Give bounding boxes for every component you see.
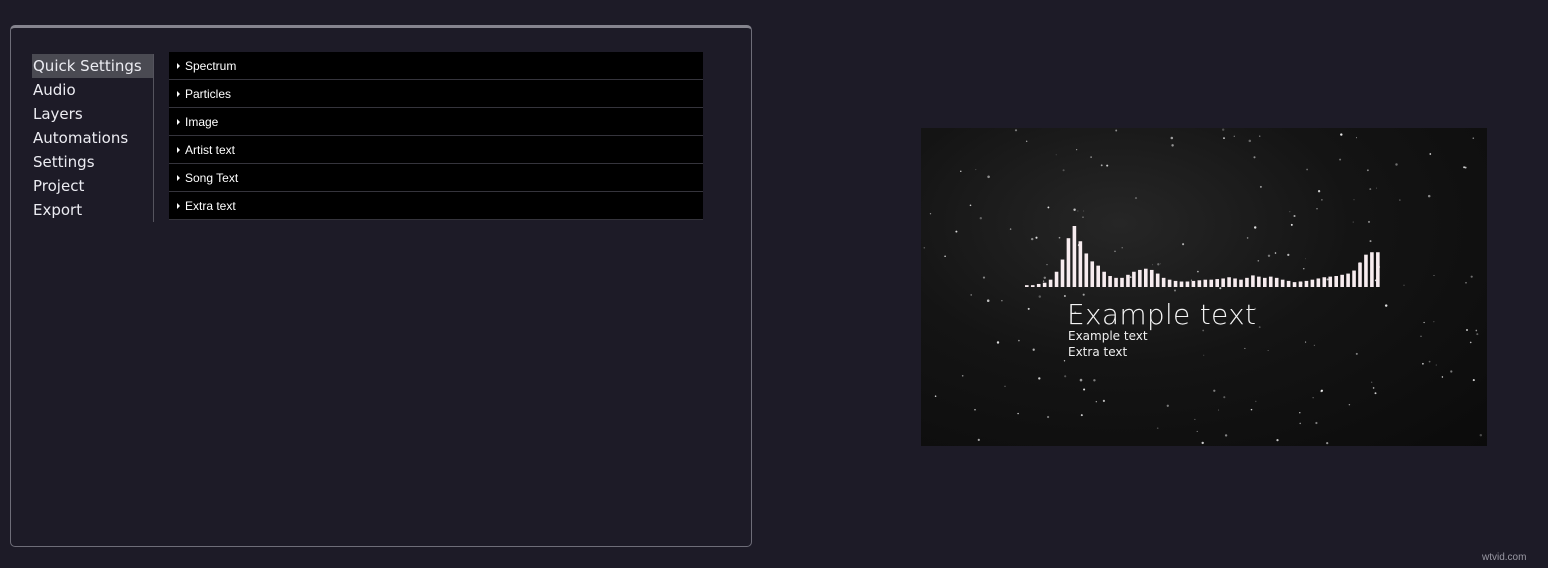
sidebar-item-project[interactable]: Project xyxy=(32,174,153,198)
spectrum-bar xyxy=(1310,279,1315,287)
settings-accordion: Spectrum Particles Image Artist text Son… xyxy=(169,52,703,220)
spectrum-bar xyxy=(1304,280,1309,287)
spectrum-bar xyxy=(1245,277,1249,287)
spectrum-bar xyxy=(1084,253,1089,287)
spectrum-bar xyxy=(1173,280,1178,287)
spectrum-bar xyxy=(1191,280,1196,287)
caret-right-icon xyxy=(177,118,180,125)
accordion-label: Artist text xyxy=(185,142,236,157)
caret-right-icon xyxy=(177,90,180,97)
accordion-artist-text[interactable]: Artist text xyxy=(169,136,703,164)
spectrum-bar xyxy=(1066,238,1071,287)
spectrum-bar xyxy=(1358,262,1362,287)
spectrum-bar xyxy=(1251,275,1255,287)
accordion-spectrum[interactable]: Spectrum xyxy=(169,52,703,80)
video-preview: Example text Example text Extra text xyxy=(921,128,1487,446)
spectrum-bar xyxy=(1185,281,1190,287)
spectrum-bar xyxy=(1155,273,1160,287)
sidebar-item-export[interactable]: Export xyxy=(32,198,153,222)
spectrum-bar xyxy=(1108,276,1112,287)
spectrum-bar xyxy=(1161,277,1166,287)
preview-artist-text: Example text xyxy=(1067,298,1257,331)
spectrum-bar xyxy=(1334,276,1338,287)
spectrum-bar xyxy=(1227,277,1231,287)
spectrum-bar xyxy=(1120,277,1124,287)
accordion-image[interactable]: Image xyxy=(169,108,703,136)
spectrum-bar xyxy=(1025,285,1029,287)
caret-right-icon xyxy=(177,146,180,153)
spectrum-bar xyxy=(1048,279,1053,287)
spectrum-bar xyxy=(1197,280,1202,287)
accordion-label: Extra text xyxy=(185,198,236,213)
sidebar-nav: Quick Settings Audio Layers Automations … xyxy=(32,54,154,222)
spectrum-bar xyxy=(1280,279,1285,287)
spectrum-bar xyxy=(1364,254,1368,287)
accordion-label: Particles xyxy=(185,86,232,101)
spectrum-bar xyxy=(1167,279,1172,287)
spectrum-bar xyxy=(1096,265,1100,287)
caret-right-icon xyxy=(177,62,180,69)
spectrum-bar xyxy=(1221,278,1225,287)
accordion-particles[interactable]: Particles xyxy=(169,80,703,108)
sidebar-item-automations[interactable]: Automations xyxy=(32,126,153,150)
spectrum-bar xyxy=(1370,252,1374,287)
spectrum-bar xyxy=(1352,270,1356,287)
spectrum-bar xyxy=(1316,278,1321,287)
spectrum-bar xyxy=(1060,259,1065,287)
accordion-label: Image xyxy=(185,114,219,129)
spectrum-bar xyxy=(1209,279,1214,287)
spectrum-bar xyxy=(1322,277,1327,287)
sidebar-item-layers[interactable]: Layers xyxy=(32,102,153,126)
spectrum-bar xyxy=(1179,281,1184,287)
spectrum-bar xyxy=(1268,276,1273,287)
spectrum-bar xyxy=(1126,274,1130,287)
spectrum-bar xyxy=(1149,269,1154,287)
spectrum-bar xyxy=(1376,252,1380,287)
spectrum-bar xyxy=(1138,269,1142,287)
spectrum-bar xyxy=(1102,271,1106,287)
spectrum-bar xyxy=(1132,271,1136,287)
sidebar-item-audio[interactable]: Audio xyxy=(32,78,153,102)
spectrum-bar xyxy=(1072,226,1077,287)
accordion-label: Song Text xyxy=(185,170,239,185)
spectrum-bar xyxy=(1114,277,1118,287)
sidebar-item-settings[interactable]: Settings xyxy=(32,150,153,174)
watermark-text: wtvid.com xyxy=(1482,552,1527,563)
spectrum-bar xyxy=(1036,283,1041,287)
quick-settings-panel: Quick Settings Audio Layers Automations … xyxy=(10,25,752,547)
spectrum-bar xyxy=(1090,261,1095,287)
accordion-extra-text[interactable]: Extra text xyxy=(169,192,703,220)
preview-song-text: Example text xyxy=(1068,329,1148,343)
accordion-song-text[interactable]: Song Text xyxy=(169,164,703,192)
spectrum-bar xyxy=(1298,281,1303,287)
spectrum-bar xyxy=(1328,276,1333,287)
spectrum-bar xyxy=(1078,241,1083,287)
spectrum-bar xyxy=(1274,277,1279,287)
caret-right-icon xyxy=(177,174,180,181)
spectrum-bar xyxy=(1346,273,1350,287)
sidebar-item-quick-settings[interactable]: Quick Settings xyxy=(32,54,153,78)
audio-spectrum xyxy=(1025,226,1380,287)
spectrum-bar xyxy=(1286,280,1291,287)
spectrum-bar xyxy=(1203,279,1208,287)
caret-right-icon xyxy=(177,202,180,209)
spectrum-bar xyxy=(1257,276,1261,287)
accordion-label: Spectrum xyxy=(185,58,237,73)
spectrum-bar xyxy=(1263,277,1267,287)
spectrum-bar xyxy=(1042,282,1047,287)
spectrum-bar xyxy=(1340,274,1344,287)
spectrum-bar xyxy=(1144,268,1148,287)
spectrum-bar xyxy=(1233,278,1237,287)
spectrum-bar xyxy=(1030,285,1035,287)
spectrum-bar xyxy=(1239,279,1243,287)
preview-extra-text: Extra text xyxy=(1068,345,1128,359)
spectrum-bar xyxy=(1292,282,1297,287)
spectrum-bar xyxy=(1054,271,1059,287)
spectrum-bar xyxy=(1215,279,1219,287)
